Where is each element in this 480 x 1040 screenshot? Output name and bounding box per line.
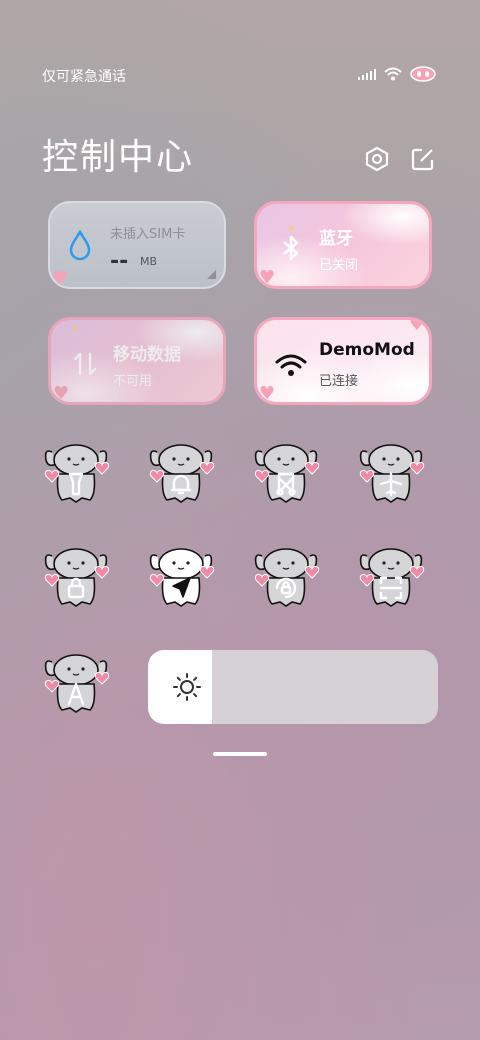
status-icons [358, 66, 436, 82]
carrier-status-text: 仅可紧急通话 [42, 69, 126, 85]
toggle-flashlight[interactable] [40, 438, 112, 510]
wifi-icon [384, 67, 402, 81]
sun-icon [173, 673, 201, 701]
heart-icon: ♥ [408, 317, 425, 335]
settings-button[interactable] [362, 144, 392, 174]
airplane-icon [359, 444, 425, 503]
toggle-screenshot[interactable] [250, 438, 322, 510]
scan-icon [359, 548, 425, 607]
bluetooth-tile[interactable]: 蓝牙 已关闭 ♥ ✦ [254, 201, 432, 289]
toggle-scanner[interactable] [355, 542, 427, 614]
heart-icon: ♥ [259, 267, 276, 288]
drawer-handle[interactable] [213, 752, 267, 756]
bluetooth-status: 已关闭 [319, 258, 359, 273]
sparkle-icon: ✦ [287, 224, 296, 235]
wifi-status: 已连接 [319, 374, 359, 389]
toggle-location[interactable] [145, 542, 217, 614]
data-usage-value: -- [110, 249, 129, 274]
page-title: 控制中心 [42, 137, 195, 178]
lock-icon [44, 548, 110, 607]
sparkle-icon: ✦ [71, 324, 80, 335]
toggle-ring[interactable] [145, 438, 217, 510]
hexagon-settings-icon [365, 146, 389, 172]
heart-icon: ♥ [53, 383, 70, 404]
brightness-slider[interactable] [148, 650, 438, 724]
data-usage-unit: MB [140, 255, 158, 268]
wifi-network-name: DemoMod [319, 340, 415, 360]
wifi-icon [275, 354, 307, 376]
data-usage-tile[interactable]: 未插入SIM卡 -- MB ♥ [48, 201, 226, 289]
rotation-lock-icon [254, 548, 320, 607]
wifi-tile[interactable]: DemoMod 已连接 ♥ ♥ [254, 317, 432, 405]
letter-a-icon [44, 654, 110, 713]
sim-status-label: 未插入SIM卡 [110, 227, 186, 242]
edit-icon [411, 148, 434, 171]
location-arrow-icon [149, 548, 215, 607]
toggle-rotation-lock[interactable] [250, 542, 322, 614]
signal-strength-icon [358, 68, 376, 80]
scissors-icon [254, 444, 320, 503]
bluetooth-icon [283, 235, 299, 261]
expand-corner-icon [207, 270, 216, 279]
bell-icon [149, 444, 215, 503]
water-drop-icon [69, 229, 91, 261]
mobile-data-status: 不可用 [113, 374, 153, 389]
pig-nose-battery-icon [410, 66, 436, 82]
toggle-airplane-mode[interactable] [355, 438, 427, 510]
flashlight-icon [44, 444, 110, 503]
heart-icon: ♥ [259, 383, 276, 404]
edit-button[interactable] [408, 144, 438, 174]
toggle-auto-brightness[interactable] [40, 648, 112, 720]
mobile-data-tile[interactable]: 移动数据 不可用 ♥ ✦ [48, 317, 226, 405]
bluetooth-title: 蓝牙 [319, 229, 353, 249]
toggle-lock-screen[interactable] [40, 542, 112, 614]
mobile-data-title: 移动数据 [113, 345, 181, 365]
heart-icon: ♥ [52, 268, 69, 289]
mobile-data-icon [73, 352, 97, 376]
